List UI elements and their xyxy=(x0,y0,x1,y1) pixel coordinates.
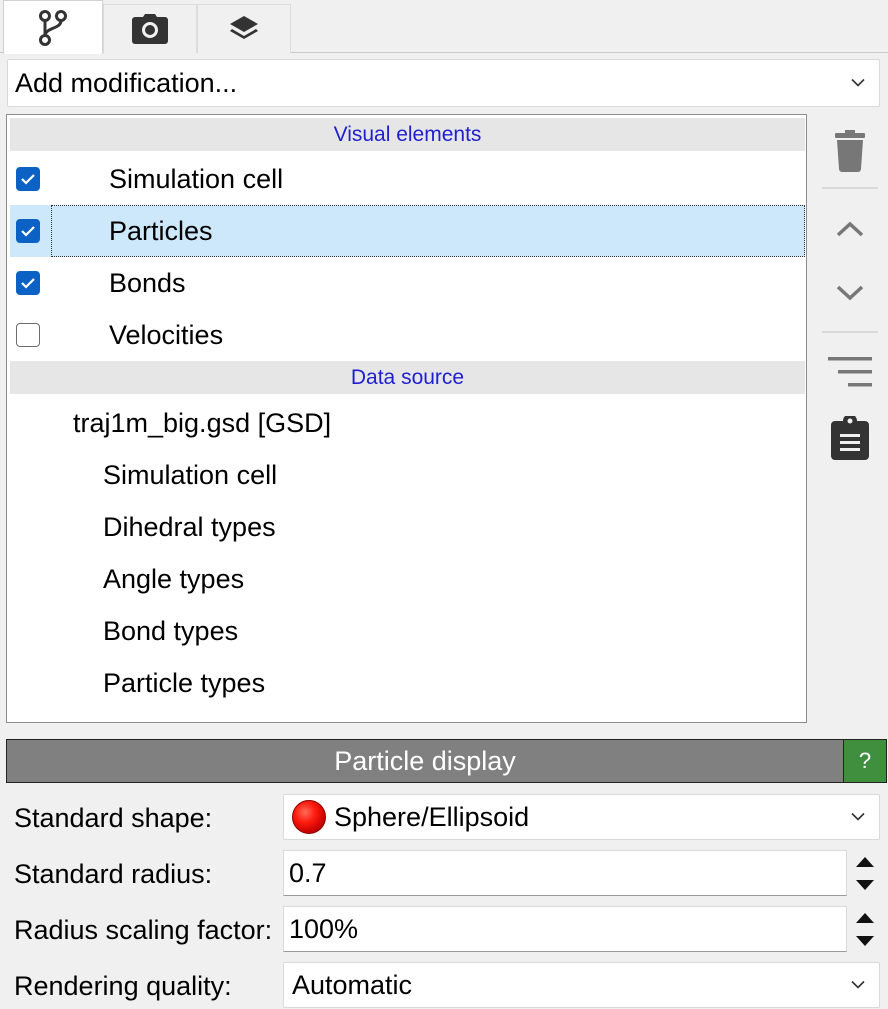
triangle-down-icon xyxy=(856,879,874,890)
layers-icon xyxy=(230,16,258,39)
section-header-data-source: Data source xyxy=(10,361,805,394)
pipeline-branch-icon xyxy=(39,9,67,46)
data-source-item[interactable]: Particle types xyxy=(10,657,805,709)
data-source-item-label: Bond types xyxy=(103,615,239,646)
radius-scaling-input[interactable]: 100% xyxy=(283,906,847,952)
spin-up-button[interactable] xyxy=(849,850,881,873)
rendering-quality-label: Rendering quality: xyxy=(14,971,232,1001)
chevron-up-icon xyxy=(836,221,864,237)
standard-radius-label: Standard radius: xyxy=(14,859,213,889)
pipeline-menu-button[interactable] xyxy=(822,346,878,398)
standard-radius-input[interactable]: 0.7 xyxy=(283,850,847,896)
checkmark-icon xyxy=(21,226,35,237)
triangle-up-icon xyxy=(856,856,874,867)
tab-bar xyxy=(0,0,888,54)
tab-render[interactable] xyxy=(103,4,197,53)
visual-element-label: Bonds xyxy=(109,267,186,298)
data-source-file[interactable]: traj1m_big.gsd [GSD] xyxy=(10,397,805,449)
data-source-item[interactable]: Simulation cell xyxy=(10,449,805,501)
rendering-quality-dropdown[interactable]: Automatic xyxy=(283,962,880,1008)
visual-element-label: Velocities xyxy=(109,319,224,350)
delete-button[interactable] xyxy=(822,125,878,177)
checkbox-bonds[interactable] xyxy=(16,271,40,295)
toolbar-separator xyxy=(822,331,878,333)
data-source-item-label: Angle types xyxy=(103,563,245,594)
chevron-down-icon xyxy=(851,980,865,989)
copy-button[interactable] xyxy=(822,412,878,464)
visual-element-bonds[interactable]: Bonds xyxy=(10,257,805,309)
visual-element-particles[interactable]: Particles xyxy=(10,205,805,257)
help-button[interactable]: ? xyxy=(843,739,887,783)
spin-up-button[interactable] xyxy=(849,906,881,929)
chevron-down-icon xyxy=(836,285,864,301)
data-source-item-label: Simulation cell xyxy=(103,459,278,490)
pipeline-editor: Visual elements Simulation cell Particle… xyxy=(6,114,807,723)
radius-scaling-label: Radius scaling factor: xyxy=(14,915,273,945)
triangle-down-icon xyxy=(856,935,874,946)
checkbox-particles[interactable] xyxy=(16,219,40,243)
data-source-file-label: traj1m_big.gsd [GSD] xyxy=(73,407,332,438)
spin-down-button[interactable] xyxy=(849,873,881,896)
spin-down-button[interactable] xyxy=(849,929,881,952)
visual-element-velocities[interactable]: Velocities xyxy=(10,309,805,361)
radius-scaling-spinner[interactable] xyxy=(849,906,881,952)
toolbar-separator xyxy=(822,187,878,189)
clipboard-icon xyxy=(831,416,869,460)
add-modification-dropdown[interactable]: Add modification... xyxy=(7,59,880,107)
standard-shape-label: Standard shape: xyxy=(14,803,213,833)
menu-lines-icon xyxy=(828,357,872,387)
data-source-item-label: Particle types xyxy=(103,667,266,698)
data-source-item[interactable]: Angle types xyxy=(10,553,805,605)
data-source-item[interactable]: Bond types xyxy=(10,605,805,657)
visual-element-simulation-cell[interactable]: Simulation cell xyxy=(10,153,805,205)
standard-shape-dropdown[interactable]: Sphere/Ellipsoid xyxy=(283,794,880,840)
checkmark-icon xyxy=(21,174,35,185)
camera-icon xyxy=(132,14,168,44)
triangle-up-icon xyxy=(856,912,874,923)
data-source-item-label: Dihedral types xyxy=(103,511,276,542)
visual-element-label: Simulation cell xyxy=(109,163,284,194)
checkbox-simulation-cell[interactable] xyxy=(16,167,40,191)
visual-element-label: Particles xyxy=(109,215,213,246)
tab-layers[interactable] xyxy=(197,4,291,53)
checkmark-icon xyxy=(21,278,35,289)
sphere-icon xyxy=(292,800,326,834)
tab-pipeline[interactable] xyxy=(3,0,103,54)
trash-icon xyxy=(835,130,865,172)
rendering-quality-value: Automatic xyxy=(292,969,413,1000)
chevron-down-icon xyxy=(851,78,865,87)
chevron-down-icon xyxy=(851,812,865,821)
section-header-visual-elements: Visual elements xyxy=(10,118,805,151)
standard-shape-value: Sphere/Ellipsoid xyxy=(334,801,530,832)
panel-title: Particle display xyxy=(6,739,843,783)
checkbox-velocities[interactable] xyxy=(16,323,40,347)
standard-radius-spinner[interactable] xyxy=(849,850,881,896)
move-up-button[interactable] xyxy=(822,203,878,255)
data-source-item[interactable]: Dihedral types xyxy=(10,501,805,553)
add-modification-value: Add modification... xyxy=(15,67,238,98)
move-down-button[interactable] xyxy=(822,267,878,319)
